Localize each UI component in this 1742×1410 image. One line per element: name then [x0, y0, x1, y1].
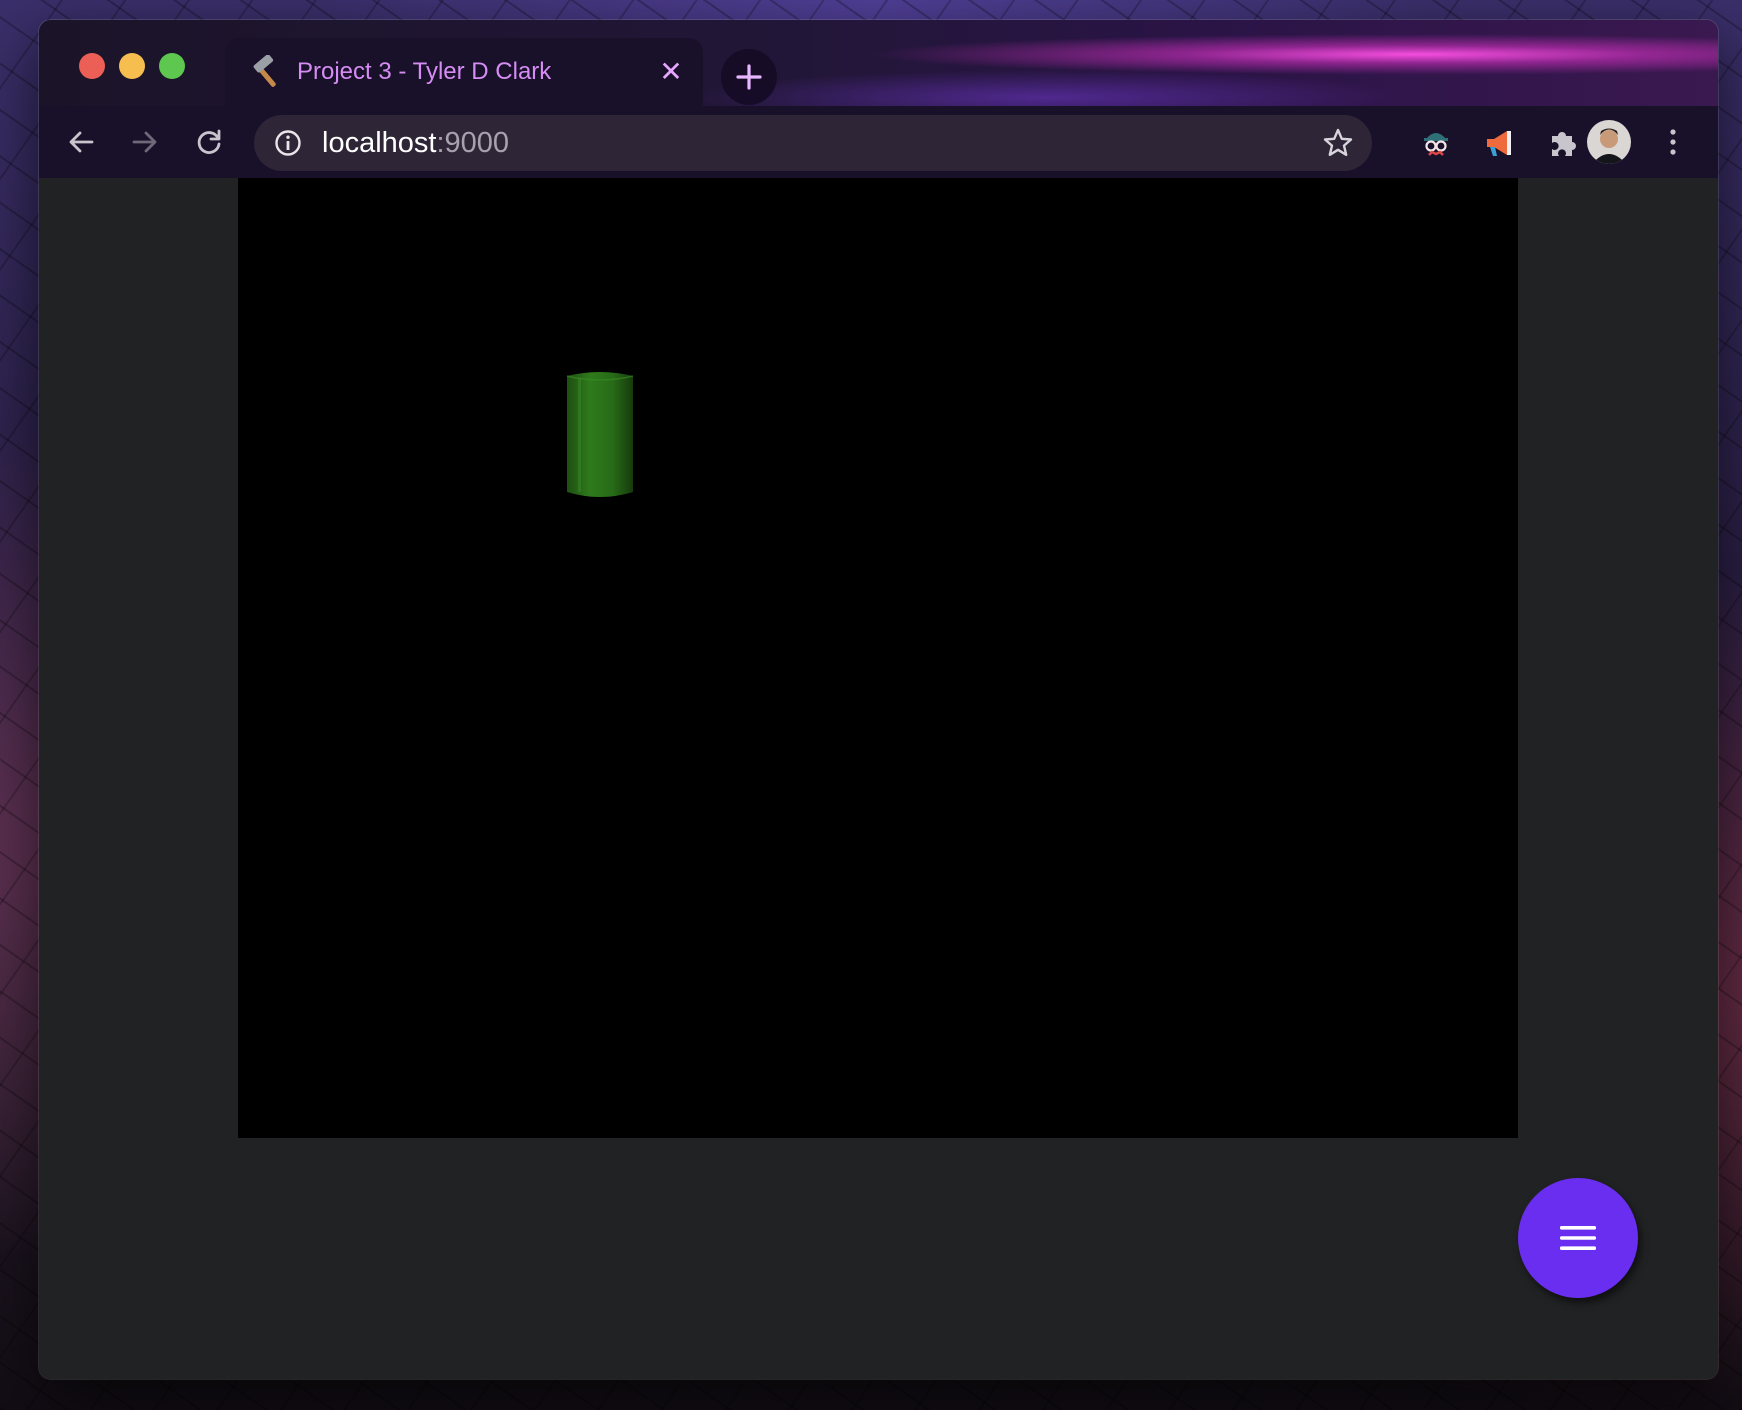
kebab-menu-icon[interactable] — [1663, 124, 1683, 160]
close-icon[interactable]: ✕ — [657, 58, 685, 86]
address-bar[interactable]: localhost:9000 — [254, 115, 1372, 171]
plus-icon — [736, 64, 762, 90]
hammer-icon — [253, 55, 276, 87]
url-text[interactable]: localhost:9000 — [322, 127, 509, 160]
close-window-button[interactable] — [79, 53, 105, 79]
browser-tab[interactable]: Project 3 - Tyler D Clark ✕ — [225, 38, 703, 106]
maximize-window-button[interactable] — [159, 53, 185, 79]
url-port: :9000 — [436, 127, 510, 159]
forward-button[interactable] — [125, 122, 165, 162]
reload-icon — [197, 129, 221, 154]
new-tab-button[interactable] — [721, 49, 777, 105]
hamburger-menu-icon — [1560, 1226, 1596, 1250]
avatar-photo — [1587, 120, 1631, 164]
title-bar: Project 3 - Tyler D Clark ✕ — [39, 20, 1718, 106]
spy-glyph — [1424, 133, 1448, 156]
browser-toolbar: localhost:9000 — [39, 106, 1718, 178]
menu-fab-button[interactable] — [1518, 1178, 1638, 1298]
webgl-canvas[interactable] — [238, 178, 1518, 1138]
puzzle-extension-icon[interactable] — [1543, 123, 1583, 163]
green-cylinder — [566, 372, 634, 497]
info-icon[interactable] — [274, 129, 302, 157]
megaphone-glyph — [1487, 131, 1511, 156]
avatar[interactable] — [1587, 120, 1631, 164]
spy-extension-icon[interactable] — [1416, 123, 1456, 163]
page-content — [39, 178, 1718, 1379]
tab-title: Project 3 - Tyler D Clark — [297, 58, 552, 85]
url-host: localhost — [322, 127, 437, 159]
puzzle-glyph — [1552, 132, 1576, 156]
browser-window: Project 3 - Tyler D Clark ✕ localhost:90… — [39, 20, 1718, 1379]
megaphone-extension-icon[interactable] — [1479, 123, 1519, 163]
minimize-window-button[interactable] — [119, 53, 145, 79]
star-icon[interactable] — [1322, 127, 1354, 159]
back-arrow-icon — [69, 131, 94, 153]
reload-button[interactable] — [189, 122, 229, 162]
back-button[interactable] — [61, 122, 101, 162]
forward-arrow-icon — [132, 131, 157, 153]
